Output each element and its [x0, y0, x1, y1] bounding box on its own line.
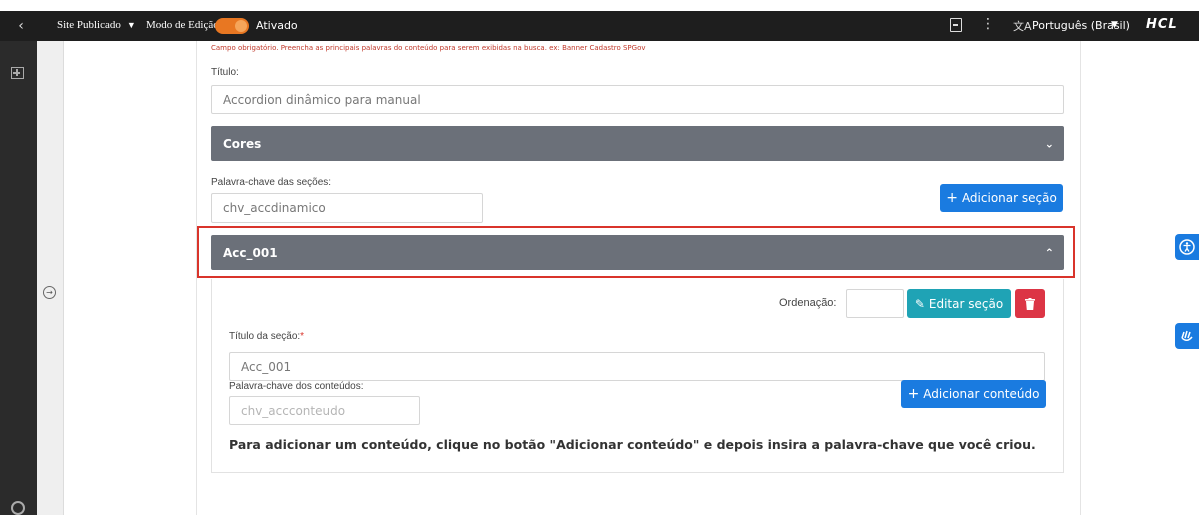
colors-accordion-label: Cores: [223, 136, 262, 151]
add-content-button[interactable]: + Adicionar conteúdo: [901, 380, 1046, 408]
plus-icon: +: [907, 386, 920, 402]
section-title-label-text: Título da seção:: [229, 331, 301, 342]
edit-section-button[interactable]: ✎ Editar seção: [907, 289, 1011, 318]
content-keyword-input[interactable]: chv_accconteudo: [229, 396, 420, 425]
title-label: Título:: [211, 67, 239, 78]
side-panel: →: [37, 41, 64, 515]
site-status-label: Site Publicado: [57, 19, 121, 31]
required-hint: Campo obrigatório. Preencha as principai…: [211, 44, 646, 52]
section-title-label: Título da seção:*: [229, 331, 304, 342]
title-input[interactable]: Accordion dinâmico para manual: [211, 85, 1064, 114]
add-content-icon[interactable]: [11, 67, 24, 79]
content-keyword-label: Palavra-chave dos conteúdos:: [229, 381, 364, 392]
trash-icon: [1025, 297, 1035, 310]
expand-panel-icon[interactable]: →: [43, 286, 56, 299]
edit-section-label: Editar seção: [928, 296, 1004, 311]
order-label: Ordenação:: [779, 297, 837, 309]
delete-section-button[interactable]: [1015, 289, 1045, 318]
page-icon[interactable]: [950, 18, 962, 32]
left-rail: [0, 41, 37, 515]
caret-down-icon[interactable]: ▼: [1111, 20, 1118, 30]
caret-down-icon: ▼: [126, 20, 136, 30]
kebab-menu-icon[interactable]: ⋮: [981, 17, 995, 31]
chevron-left-icon[interactable]: ‹: [0, 11, 42, 41]
add-section-button[interactable]: + Adicionar seção: [940, 184, 1063, 212]
brand-logo: HCL: [1146, 17, 1178, 32]
plus-icon: +: [946, 190, 958, 206]
add-content-label: Adicionar conteúdo: [923, 387, 1040, 401]
section-title-input[interactable]: Acc_001: [229, 352, 1045, 381]
edit-mode-toggle[interactable]: [215, 18, 249, 34]
sign-language-icon[interactable]: [1175, 323, 1199, 349]
accessibility-icon[interactable]: [1175, 234, 1199, 260]
site-status-dropdown[interactable]: Site Publicado ▼: [57, 19, 136, 31]
pencil-icon: ✎: [914, 296, 925, 311]
instructions-text: Para adicionar um conteúdo, clique no bo…: [229, 437, 1036, 452]
highlight-box: [197, 226, 1075, 278]
translate-icon[interactable]: 文A: [1013, 18, 1032, 34]
required-marker: *: [300, 331, 305, 342]
chevron-down-icon: ⌄: [1044, 137, 1054, 150]
help-icon[interactable]: [11, 501, 25, 515]
toggle-knob: [235, 20, 247, 32]
edit-mode-state: Ativado: [256, 19, 298, 32]
add-section-label: Adicionar seção: [961, 191, 1057, 205]
sections-keyword-label: Palavra-chave das seções:: [211, 177, 332, 188]
top-toolbar: ‹ Site Publicado ▼ Modo de Edição: Ativad…: [0, 11, 1199, 41]
sections-keyword-input[interactable]: chv_accdinamico: [211, 193, 483, 223]
edit-mode-label: Modo de Edição:: [146, 19, 222, 31]
order-input[interactable]: [846, 289, 904, 318]
colors-accordion[interactable]: Cores ⌄: [211, 126, 1064, 161]
